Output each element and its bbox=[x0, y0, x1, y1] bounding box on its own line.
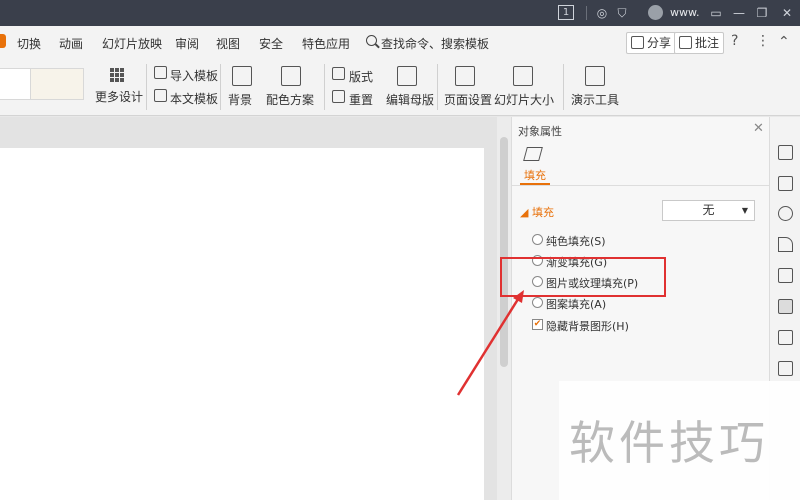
watermark-text: 软件技巧 bbox=[569, 416, 769, 470]
watermark: 软件技巧 bbox=[559, 381, 800, 500]
